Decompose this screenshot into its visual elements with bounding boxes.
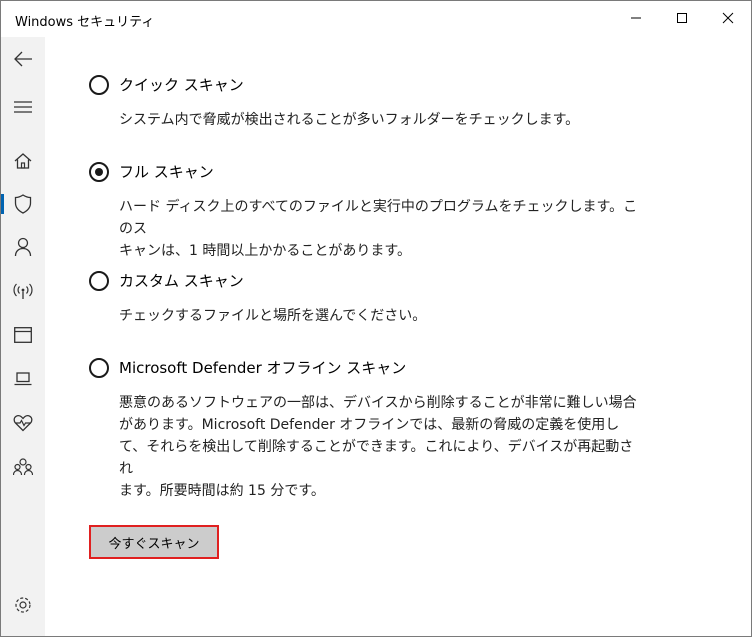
nav-family-options[interactable] <box>1 447 45 487</box>
nav-home[interactable] <box>1 141 45 181</box>
quick-scan-radio[interactable] <box>89 75 109 95</box>
maximize-icon <box>677 13 687 23</box>
close-icon <box>722 12 734 24</box>
back-arrow-icon <box>14 51 32 67</box>
hamburger-menu-icon <box>14 101 32 113</box>
offline-scan-description: 悪意のあるソフトウェアの一部は、デバイスから削除することが非常に難しい場合 があ… <box>119 395 637 499</box>
full-scan-label[interactable]: フル スキャン <box>119 162 214 182</box>
window-title: Windows セキュリティ <box>15 15 155 30</box>
back-button[interactable] <box>1 39 45 79</box>
full-scan-radio[interactable] <box>89 162 109 182</box>
full-scan-description: ハード ディスク上のすべてのファイルと実行中のプログラムをチェックします。このス… <box>119 199 638 259</box>
minimize-button[interactable] <box>613 1 659 35</box>
settings-gear-icon <box>15 597 31 613</box>
maximize-button[interactable] <box>659 1 705 35</box>
nav-firewall[interactable] <box>1 271 45 311</box>
quick-scan-label[interactable]: クイック スキャン <box>119 75 244 95</box>
window: Windows セキュリティ クイック スキャン システム内で脅威が検出されるこ… <box>0 0 752 637</box>
close-button[interactable] <box>705 1 751 35</box>
nav-account-protection[interactable] <box>1 227 45 267</box>
wireless-icon <box>13 283 33 299</box>
home-icon <box>14 153 32 169</box>
person-icon <box>14 237 32 257</box>
custom-scan-description: チェックするファイルと場所を選んでください。 <box>119 308 427 324</box>
hamburger-menu-button[interactable] <box>1 87 45 127</box>
app-browser-icon <box>14 327 32 343</box>
family-icon <box>13 458 33 476</box>
nav-device-security[interactable] <box>1 359 45 399</box>
selection-indicator <box>1 194 4 214</box>
title-bar: Windows セキュリティ <box>1 1 751 37</box>
scan-now-button[interactable]: 今すぐスキャン <box>89 525 219 559</box>
scan-options-panel: クイック スキャン システム内で脅威が検出されることが多いフォルダーをチェックし… <box>45 37 751 636</box>
nav-settings[interactable] <box>1 585 45 625</box>
sidebar <box>1 37 45 636</box>
custom-scan-radio[interactable] <box>89 271 109 291</box>
offline-scan-radio[interactable] <box>89 358 109 378</box>
nav-device-performance[interactable] <box>1 403 45 443</box>
heart-health-icon <box>13 415 33 432</box>
nav-app-browser-control[interactable] <box>1 315 45 355</box>
minimize-icon <box>631 17 641 19</box>
nav-virus-protection[interactable] <box>1 184 45 224</box>
offline-scan-label[interactable]: Microsoft Defender オフライン スキャン <box>119 358 406 378</box>
quick-scan-description: システム内で脅威が検出されることが多いフォルダーをチェックします。 <box>119 112 580 128</box>
laptop-icon <box>14 372 32 386</box>
shield-icon <box>14 194 32 214</box>
custom-scan-label[interactable]: カスタム スキャン <box>119 271 244 291</box>
